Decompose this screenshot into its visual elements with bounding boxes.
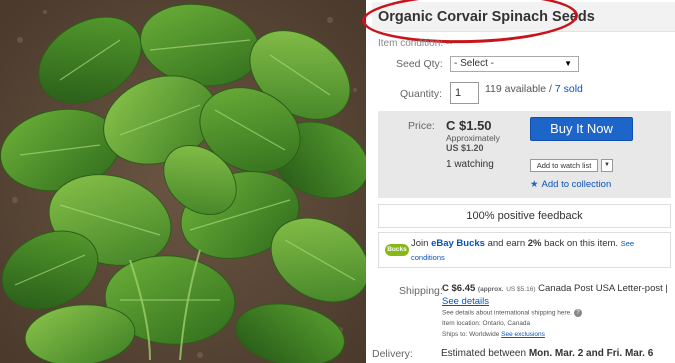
- delivery-estimate: Estimated between Mon. Mar. 2 and Fri. M…: [441, 348, 653, 359]
- title-bar: Organic Corvair Spinach Seeds: [361, 0, 675, 46]
- item-condition-value: --: [446, 38, 453, 49]
- delivery-label: Delivery:: [372, 348, 413, 360]
- product-title: Organic Corvair Spinach Seeds: [378, 9, 595, 25]
- bucks-text-1: Join: [411, 238, 432, 249]
- delivery-prefix: Estimated between: [441, 348, 529, 359]
- seed-qty-selected: - Select -: [454, 58, 495, 69]
- available-count: 119 available: [485, 83, 547, 95]
- seed-qty-label: Seed Qty:: [396, 58, 443, 70]
- item-location: Item location: Ontario, Canada: [442, 320, 531, 327]
- ships-to: Ships to: Worldwide See exclusions: [442, 331, 545, 338]
- buy-it-now-button[interactable]: Buy It Now: [530, 117, 633, 141]
- approx-value: US $1.20: [446, 143, 484, 153]
- add-to-watch-list-button[interactable]: Add to watch list: [530, 159, 598, 172]
- shipping-approx-value: US $5.16): [506, 286, 536, 293]
- shipping-carrier: Canada Post USA Letter-post |: [538, 283, 668, 294]
- delivery-dates: Mon. Mar. 2 and Fri. Mar. 6: [528, 348, 654, 359]
- spinach-photo: [0, 0, 366, 363]
- shipping-amount: C $6.45: [442, 283, 476, 294]
- see-exclusions-link[interactable]: See exclusions: [501, 331, 545, 338]
- dropdown-arrow-icon: ▼: [564, 59, 572, 68]
- approx-label: Approximately: [446, 133, 500, 143]
- bucks-text-3: back on this item.: [541, 238, 621, 249]
- price-approx: Approximately US $1.20: [446, 133, 500, 153]
- seller-feedback: 100% positive feedback: [378, 204, 671, 228]
- bucks-brand: eBay Bucks: [431, 238, 485, 249]
- availability: 119 available / 7 sold: [485, 83, 583, 95]
- dropdown-arrow-icon: ▼: [604, 162, 610, 168]
- intl-note-text: See details about international shipping…: [442, 309, 573, 317]
- price-box: Price: C $1.50 Approximately US $1.20 Bu…: [378, 111, 671, 198]
- seed-qty-select[interactable]: - Select - ▼: [450, 56, 579, 72]
- add-to-collection-label: Add to collection: [541, 179, 612, 190]
- shipping-approx: (approx.: [477, 286, 504, 293]
- price-amount: C $1.50: [446, 118, 492, 133]
- listing-panel: Organic Corvair Spinach Seeds Item condi…: [361, 0, 675, 363]
- bucks-text-2: and earn: [484, 238, 528, 249]
- item-condition-label: Item condition:: [378, 38, 444, 49]
- star-icon: ★: [530, 179, 539, 190]
- watching-count: 1 watching: [446, 159, 494, 170]
- shipping-label: Shipping:: [399, 285, 443, 297]
- product-image[interactable]: [0, 0, 366, 363]
- add-to-collection-link[interactable]: ★ Add to collection: [530, 179, 611, 190]
- ships-to-text: Ships to: Worldwide: [442, 331, 500, 338]
- quantity-label: Quantity:: [400, 88, 443, 100]
- see-details-link[interactable]: See details: [442, 296, 489, 307]
- bucks-percent: 2%: [527, 238, 542, 249]
- watch-list-dropdown-button[interactable]: ▼: [601, 159, 613, 172]
- price-label: Price:: [408, 120, 435, 132]
- quantity-input[interactable]: 1: [450, 82, 479, 104]
- help-icon[interactable]: ?: [573, 309, 582, 317]
- ebay-bucks-icon: Bucks: [385, 244, 409, 256]
- ebay-bucks-promo: Bucks Join eBay Bucks and earn 2% back o…: [378, 232, 671, 268]
- sold-link[interactable]: 7 sold: [555, 83, 583, 95]
- ebay-bucks-text: Join eBay Bucks and earn 2% back on this…: [411, 237, 666, 265]
- intl-shipping-note: See details about international shipping…: [442, 309, 582, 317]
- shipping-text: C $6.45 (approx. US $5.16) Canada Post U…: [442, 283, 675, 308]
- availability-separator: /: [546, 83, 555, 95]
